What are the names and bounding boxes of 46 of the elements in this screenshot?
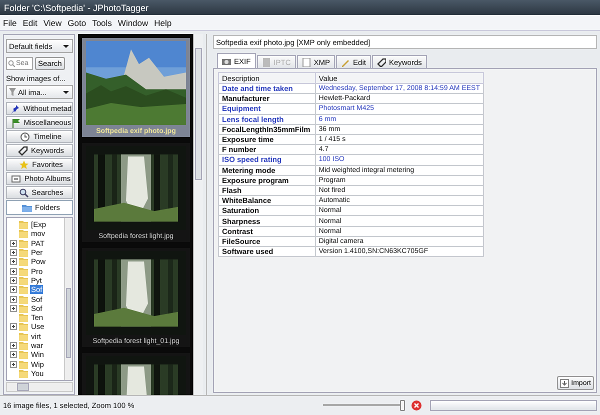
folder-icon [19, 285, 28, 294]
folder-icon [19, 294, 28, 304]
folder-icon [19, 341, 28, 350]
folder-icon [19, 360, 28, 369]
tag-icon [376, 58, 386, 66]
camera-icon [222, 56, 231, 66]
caret-icon [62, 89, 70, 95]
menu-item[interactable]: Window [118, 18, 148, 28]
document-icon [262, 58, 271, 66]
slider-thumb[interactable] [400, 400, 405, 411]
folder-icon [19, 350, 28, 360]
menu-item[interactable]: Tools [92, 18, 112, 28]
stop-icon[interactable] [411, 400, 422, 411]
folder-icon [19, 229, 28, 238]
folder-icon [19, 257, 28, 266]
scrollbar[interactable] [6, 382, 73, 392]
album-icon [11, 174, 22, 184]
folder-icon [22, 202, 32, 212]
menu-item[interactable]: Goto [68, 18, 86, 28]
folder-icon [19, 248, 28, 258]
import-icon [560, 378, 570, 388]
menu-item[interactable]: View [43, 18, 62, 28]
flag-icon [10, 118, 21, 128]
filter-icon [9, 88, 16, 96]
folder-icon [19, 266, 28, 276]
clock-icon [20, 132, 30, 142]
folder-icon [19, 276, 28, 285]
pin-icon [10, 104, 20, 114]
folder-icon [19, 304, 28, 313]
scrollbar[interactable] [64, 218, 72, 380]
menu-item[interactable]: Help [154, 18, 172, 28]
folder-icon [19, 332, 28, 341]
scrollbar[interactable] [193, 34, 203, 395]
menu-item[interactable]: Edit [22, 18, 38, 28]
tag-icon [18, 146, 28, 156]
folder-icon [19, 322, 28, 332]
caret-icon [62, 43, 70, 49]
folder-icon [19, 368, 28, 378]
star-icon [19, 160, 30, 170]
window-title: Folder 'C:\Softpedia' - JPhotoTagger [4, 2, 149, 12]
folder-icon [19, 238, 28, 248]
magnifier-icon [8, 60, 15, 67]
folder-icon [19, 220, 28, 230]
search-icon [18, 188, 29, 198]
folder-icon [19, 313, 28, 322]
menu-item[interactable]: File [3, 18, 17, 28]
